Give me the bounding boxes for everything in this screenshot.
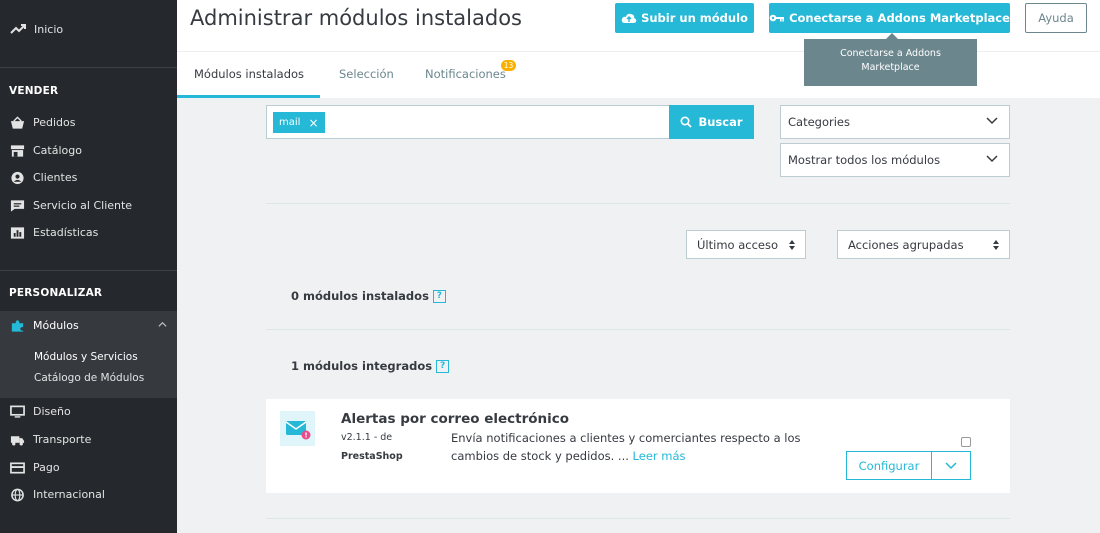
globe-icon	[9, 488, 25, 502]
chevron-up-icon[interactable]	[148, 0, 158, 2]
sidebar-item-label: Servicio al Cliente	[33, 199, 133, 212]
sort-arrows-icon	[993, 239, 999, 250]
sidebar-item-servicio[interactable]: Servicio al Cliente	[0, 192, 177, 219]
notifications-badge: 13	[501, 60, 516, 71]
module-select-checkbox[interactable]	[961, 437, 971, 447]
search-button[interactable]: Buscar	[669, 105, 754, 139]
mail-alert-icon	[280, 411, 315, 446]
sidebar-item-pago[interactable]: Pago	[0, 454, 177, 481]
tooltip: Conectarse a Addons Marketplace	[804, 33, 977, 86]
upload-module-button[interactable]: Subir un módulo	[615, 3, 754, 33]
sidebar-item-label: Módulos	[33, 319, 79, 332]
close-icon[interactable]: ×	[308, 116, 318, 130]
installed-count: 0 módulos instalados ?	[291, 289, 446, 303]
read-more-link[interactable]: Leer más	[633, 449, 686, 463]
help-icon[interactable]: ?	[436, 359, 450, 373]
chevron-up-icon	[158, 321, 167, 327]
sidebar-item-modulos[interactable]: Módulos	[0, 311, 177, 340]
tab-notifications[interactable]: Notificaciones	[425, 67, 506, 81]
sidebar-subitem-modulos-servicios[interactable]: Módulos y Servicios	[34, 351, 138, 363]
installed-count-label: 0 módulos instalados	[291, 289, 429, 303]
monitor-icon	[9, 405, 25, 419]
chart-icon	[9, 226, 25, 240]
connect-addons-button[interactable]: Conectarse a Addons Marketplace	[769, 3, 1010, 33]
chevron-down-icon	[986, 155, 998, 163]
sort-select-value: Último acceso	[697, 237, 779, 252]
sidebar-item-catalogo[interactable]: Catálogo	[0, 137, 177, 164]
divider	[266, 203, 1010, 204]
sidebar-item-label: Pedidos	[33, 116, 76, 129]
categories-select-value: Categories	[788, 115, 850, 129]
sidebar-item-label: Clientes	[33, 171, 78, 184]
sidebar-item-diseno[interactable]: Diseño	[0, 398, 177, 425]
cloud-upload-icon	[621, 13, 637, 23]
builtin-count-label: 1 módulos integrados	[291, 359, 433, 373]
sidebar-item-estadisticas[interactable]: Estadísticas	[0, 219, 177, 246]
sidebar-subitem-catalogo-modulos[interactable]: Catálogo de Módulos	[34, 372, 144, 384]
tooltip-line: Conectarse a Addons	[840, 48, 941, 59]
page-title: Administrar módulos instalados	[190, 6, 523, 30]
module-name: Alertas por correo electrónico	[341, 411, 570, 427]
bulk-actions-select-value: Acciones agrupadas	[848, 237, 964, 252]
store-icon	[9, 144, 25, 158]
sidebar-item-label: Pago	[33, 461, 60, 474]
module-card: Alertas por correo electrónico v2.1.1 - …	[266, 399, 1010, 493]
sidebar-item-pedidos[interactable]: Pedidos	[0, 109, 177, 136]
search-icon	[680, 116, 693, 128]
chevron-down-icon	[986, 117, 998, 125]
sidebar-item-label: Internacional	[33, 488, 105, 501]
configure-button[interactable]: Configurar	[846, 451, 932, 480]
categories-select[interactable]: Categories	[780, 105, 1010, 139]
sort-select[interactable]: Último acceso	[686, 230, 806, 259]
module-version: v2.1.1 - de	[341, 432, 393, 443]
basket-icon	[9, 115, 25, 130]
user-circle-icon	[9, 171, 25, 185]
builtin-count: 1 módulos integrados ?	[291, 359, 450, 373]
sidebar-item-label: Catálogo	[33, 144, 82, 157]
key-icon	[769, 14, 785, 22]
card-icon	[9, 461, 25, 475]
truck-icon	[9, 433, 25, 447]
module-actions-dropdown[interactable]	[931, 451, 971, 480]
search-input[interactable]: mail ×	[266, 105, 670, 139]
sidebar: Inicio VENDER Pedidos Catálogo Clientes …	[0, 0, 177, 533]
tab-installed-modules[interactable]: Módulos instalados	[194, 67, 304, 81]
help-button[interactable]: Ayuda	[1025, 3, 1087, 33]
active-tab-indicator	[177, 95, 320, 98]
upload-module-label: Subir un módulo	[641, 11, 748, 25]
tab-selection[interactable]: Selección	[339, 67, 394, 81]
sidebar-item-label: Diseño	[33, 405, 71, 418]
sidebar-divider	[0, 67, 177, 68]
bulk-actions-select[interactable]: Acciones agrupadas	[837, 230, 1010, 259]
divider	[266, 518, 1010, 519]
chevron-down-icon	[945, 461, 957, 469]
sidebar-item-label: Estadísticas	[33, 226, 99, 239]
sidebar-section-vender: VENDER	[9, 85, 59, 97]
sidebar-item-internacional[interactable]: Internacional	[0, 481, 177, 508]
sidebar-item-label: Transporte	[33, 433, 92, 446]
search-tag-label: mail	[279, 117, 301, 128]
sidebar-divider	[0, 270, 177, 271]
module-description-text: Envía notificaciones a clientes y comerc…	[451, 431, 801, 463]
puzzle-icon	[9, 319, 25, 333]
sidebar-item-label: Inicio	[34, 22, 64, 36]
sidebar-item-inicio[interactable]: Inicio	[10, 22, 63, 36]
sidebar-item-transporte[interactable]: Transporte	[0, 426, 177, 453]
connect-addons-label: Conectarse a Addons Marketplace	[789, 11, 1010, 25]
show-modules-select[interactable]: Mostrar todos los módulos	[780, 143, 1010, 177]
search-tag: mail ×	[273, 112, 325, 133]
sidebar-section-personalizar: PERSONALIZAR	[9, 287, 103, 299]
sidebar-item-clientes[interactable]: Clientes	[0, 164, 177, 191]
search-button-label: Buscar	[698, 115, 743, 129]
show-modules-select-value: Mostrar todos los módulos	[788, 153, 941, 167]
module-description: Envía notificaciones a clientes y comerc…	[451, 429, 811, 465]
sort-arrows-icon	[789, 239, 795, 250]
module-author: PrestaShop	[341, 451, 403, 462]
tooltip-line: Marketplace	[861, 62, 920, 73]
sidebar-submenu: Módulos y Servicios Catálogo de Módulos	[0, 340, 177, 398]
help-icon[interactable]: ?	[432, 289, 446, 303]
chat-icon	[9, 199, 25, 213]
trending-icon	[10, 24, 26, 34]
divider	[266, 329, 1010, 330]
